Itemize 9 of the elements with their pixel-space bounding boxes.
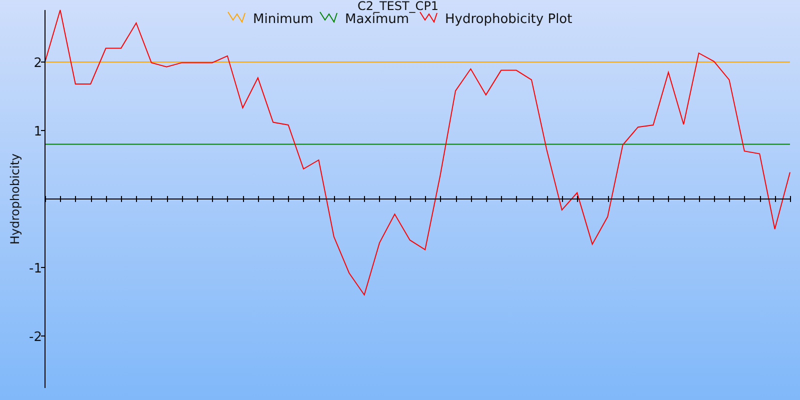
y-axis-label: Hydrophobicity xyxy=(8,154,22,244)
y-tick-label: 2 xyxy=(34,56,42,72)
y-tick-label: 1 xyxy=(34,124,42,140)
legend-label: Minimum xyxy=(253,12,314,27)
chart-title: C2_TEST_CP1 xyxy=(357,0,439,13)
legend-label: Maximum xyxy=(345,12,410,27)
legend-label: Hydrophobicity Plot xyxy=(445,12,572,27)
y-tick-label: -1 xyxy=(29,261,42,276)
y-tick-label: -2 xyxy=(29,330,42,345)
